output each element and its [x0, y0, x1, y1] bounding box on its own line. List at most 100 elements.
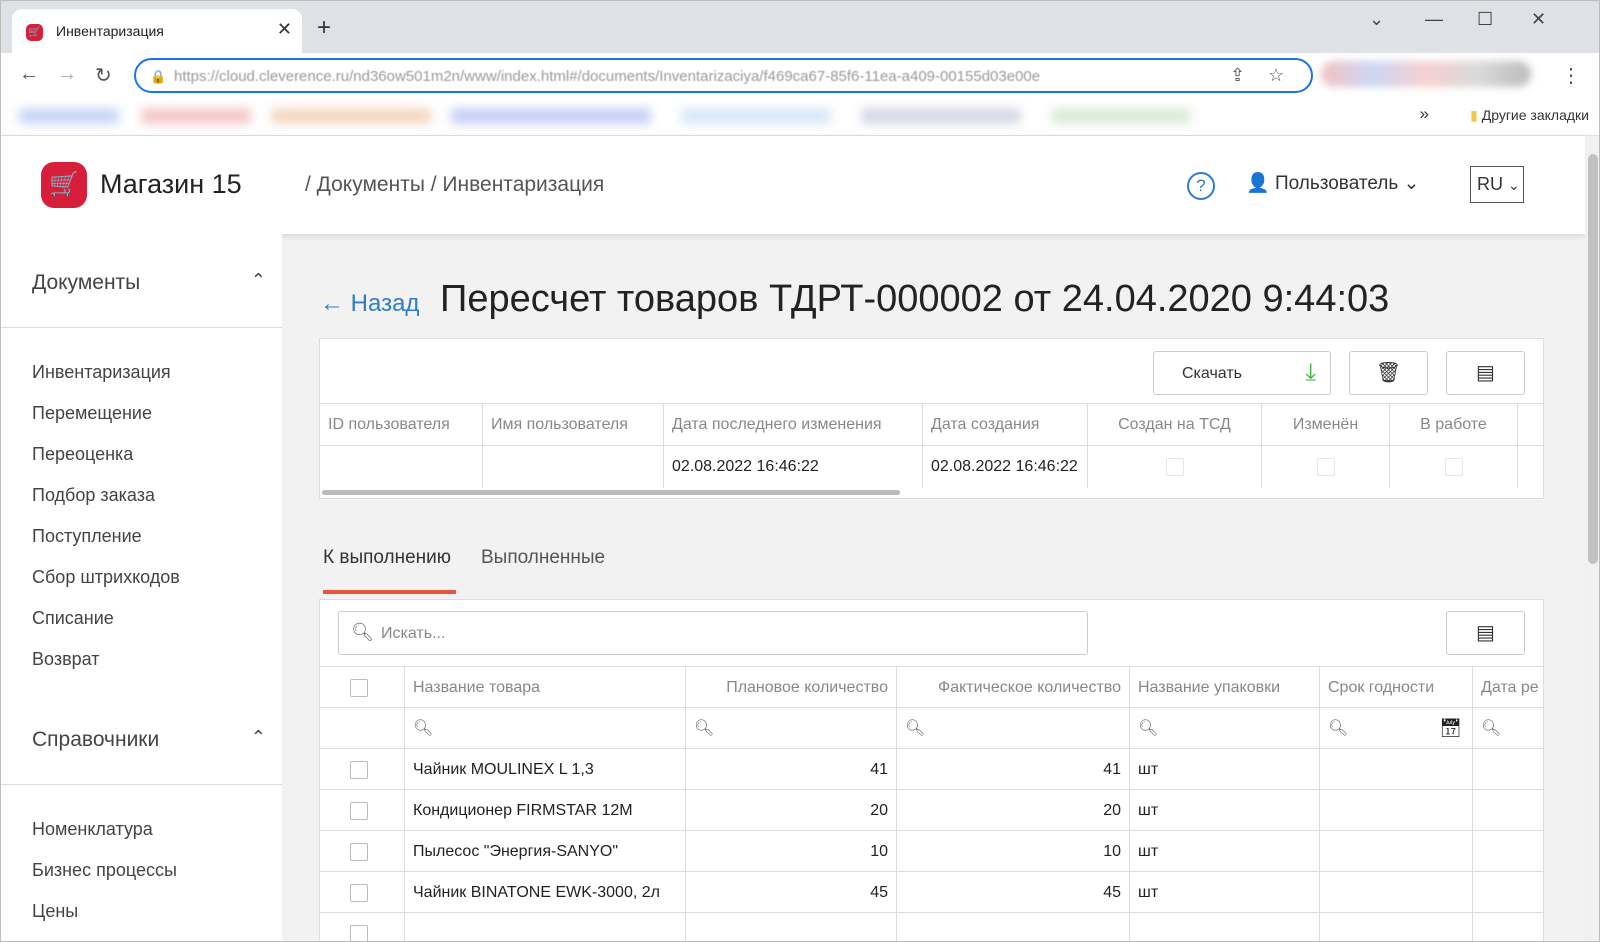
bookmark-blurred — [271, 108, 431, 124]
back-arrow-icon[interactable]: ← — [19, 63, 39, 86]
forward-arrow-icon[interactable]: → — [57, 63, 77, 86]
filter-name-input[interactable]: 🔍︎ — [405, 708, 686, 749]
user-menu[interactable]: 👤 Пользователь ⌄ — [1246, 171, 1419, 195]
filter-expiry-input[interactable]: 🔍︎ 📅︎ — [1320, 708, 1473, 749]
created-date-cell: 02.08.2022 16:46:22 — [923, 446, 1088, 488]
sidebar-group-documents: Документы ⌃ Инвентаризация Перемещение П… — [1, 234, 282, 691]
column-header[interactable]: Создан на ТСД — [1088, 404, 1262, 446]
sidebar-item-revaluation[interactable]: Переоценка — [1, 434, 282, 475]
chevron-up-icon[interactable]: ⌃ — [251, 270, 266, 291]
column-header[interactable]: Дата последнего изменения — [664, 404, 923, 446]
column-header[interactable]: Фактическое количество — [897, 667, 1130, 708]
horizontal-scrollbar[interactable] — [322, 490, 900, 495]
tab-done[interactable]: Выполненные — [481, 547, 605, 569]
fact-qty-cell: 10 — [897, 831, 1130, 872]
table-row[interactable]: Кондиционер FIRMSTAR 12M 20 20 шт — [320, 789, 1543, 831]
columns-settings-button[interactable]: ▤ — [1446, 351, 1525, 395]
row-select-cell — [320, 790, 405, 831]
page-title: Пересчет товаров ТДРТ-000002 от 24.04.20… — [440, 278, 1390, 320]
page-scrollbar[interactable] — [1585, 136, 1599, 941]
bookmark-blurred — [19, 108, 119, 124]
filter-plan-input[interactable]: 🔍︎ — [686, 708, 897, 749]
sidebar-item-business-processes[interactable]: Бизнес процессы — [1, 850, 282, 891]
sidebar-group-title: Документы — [32, 271, 141, 294]
filter-date-input[interactable]: 🔍︎ — [1473, 708, 1543, 749]
filter-unit-input[interactable]: 🔍︎ — [1130, 708, 1320, 749]
column-header[interactable]: ID пользователя — [320, 404, 483, 446]
sidebar-item-prices[interactable]: Цены — [1, 891, 282, 932]
column-header[interactable]: Дата ре — [1473, 667, 1543, 708]
sidebar-item-return[interactable]: Возврат — [1, 639, 282, 680]
bookmark-star-icon[interactable]: ☆ — [1268, 65, 1284, 86]
new-tab-icon[interactable]: + — [317, 14, 331, 42]
sidebar-group-header[interactable]: Документы ⌃ — [1, 234, 282, 328]
columns-settings-button[interactable]: ▤ — [1446, 611, 1525, 655]
row-checkbox[interactable] — [350, 883, 368, 902]
column-header[interactable]: Название упаковки — [1130, 667, 1320, 708]
sidebar-item-transfer[interactable]: Перемещение — [1, 393, 282, 434]
row-checkbox[interactable] — [350, 924, 368, 941]
expiry-cell — [1320, 872, 1473, 913]
sidebar-item-receipt[interactable]: Поступление — [1, 516, 282, 557]
row-checkbox[interactable] — [350, 842, 368, 861]
back-link[interactable]: ← Назад — [320, 290, 419, 318]
browser-tab[interactable]: 🛒 Инвентаризация ✕ — [12, 9, 302, 53]
sidebar-group-header[interactable]: Справочники ⌃ — [1, 691, 282, 785]
search-icon: 🔍︎ — [351, 622, 374, 642]
search-icon: 🔍︎ — [905, 720, 926, 737]
sidebar-item-barcode-collection[interactable]: Сбор штрихкодов — [1, 557, 282, 598]
bookmark-blurred — [451, 108, 651, 124]
product-name-cell: Чайник MOULINEX L 1,3 — [405, 749, 686, 790]
breadcrumb[interactable]: / Документы / Инвентаризация — [305, 173, 604, 197]
browser-menu-icon[interactable]: ⋮ — [1561, 63, 1581, 88]
address-bar[interactable]: 🔒 https://cloud.cleverence.ru/nd36ow501m… — [134, 58, 1313, 93]
sidebar-item-nomenclature[interactable]: Номенклатура — [1, 809, 282, 850]
bookmark-blurred — [1051, 108, 1191, 124]
chevron-up-icon[interactable]: ⌃ — [251, 727, 266, 748]
delete-button[interactable]: 🗑 — [1349, 351, 1428, 395]
reload-icon[interactable]: ↻ — [95, 63, 112, 88]
user-name-cell — [483, 446, 664, 488]
maximize-icon[interactable]: ☐ — [1477, 9, 1493, 30]
sidebar-item-inventory[interactable]: Инвентаризация — [1, 352, 282, 393]
plan-qty-cell: 10 — [686, 831, 897, 872]
close-tab-icon[interactable]: ✕ — [277, 19, 292, 40]
table-row-partial[interactable] — [320, 912, 1543, 941]
cart-logo-icon[interactable]: 🛒 — [41, 162, 87, 208]
column-header[interactable]: Срок годности — [1320, 667, 1473, 708]
search-input[interactable]: 🔍︎ Искать... — [338, 611, 1088, 655]
date-cell — [1473, 790, 1543, 831]
column-header[interactable]: Изменён — [1262, 404, 1390, 446]
more-bookmarks-icon[interactable]: » — [1420, 104, 1429, 124]
select-all-checkbox[interactable] — [350, 678, 368, 697]
help-icon[interactable]: ? — [1187, 172, 1215, 200]
table-row[interactable]: Чайник BINATONE EWK-3000, 2л 45 45 шт — [320, 871, 1543, 913]
column-header[interactable]: Дата создания — [923, 404, 1088, 446]
row-checkbox[interactable] — [350, 760, 368, 779]
tab-to-do[interactable]: К выполнению — [323, 547, 451, 569]
table-row[interactable]: Чайник MOULINEX L 1,3 41 41 шт — [320, 748, 1543, 790]
minimize-icon[interactable]: — — [1425, 9, 1443, 30]
document-info-table: ID пользователя Имя пользователя Дата по… — [320, 403, 1545, 488]
sidebar-item-write-off[interactable]: Списание — [1, 598, 282, 639]
plan-qty-cell: 45 — [686, 872, 897, 913]
other-bookmarks-folder[interactable]: ▮ Другие закладки — [1470, 107, 1589, 124]
columns-icon: ▤ — [1476, 362, 1495, 384]
download-button[interactable]: Скачать ⤓ — [1153, 351, 1331, 395]
shop-name[interactable]: Магазин 15 — [100, 169, 242, 200]
table-row[interactable]: Пылесос "Энергия-SANYO" 10 10 шт — [320, 830, 1543, 872]
column-header[interactable]: Название товара — [405, 667, 686, 708]
sidebar-item-order-picking[interactable]: Подбор заказа — [1, 475, 282, 516]
column-header[interactable]: В работе — [1390, 404, 1518, 446]
column-header[interactable]: Имя пользователя — [483, 404, 664, 446]
calendar-icon[interactable]: 📅︎ — [1439, 708, 1462, 749]
filter-fact-input[interactable]: 🔍︎ — [897, 708, 1130, 749]
share-icon[interactable]: ⇪ — [1230, 65, 1245, 86]
column-header[interactable]: Плановое количество — [686, 667, 897, 708]
language-select[interactable]: RU ⌄ — [1470, 166, 1524, 203]
tab-search-icon[interactable]: ⌄ — [1369, 9, 1384, 30]
row-checkbox[interactable] — [350, 801, 368, 820]
window-close-icon[interactable]: ✕ — [1531, 9, 1546, 30]
row-select-cell — [320, 831, 405, 872]
scrollbar-thumb[interactable] — [1588, 154, 1598, 564]
